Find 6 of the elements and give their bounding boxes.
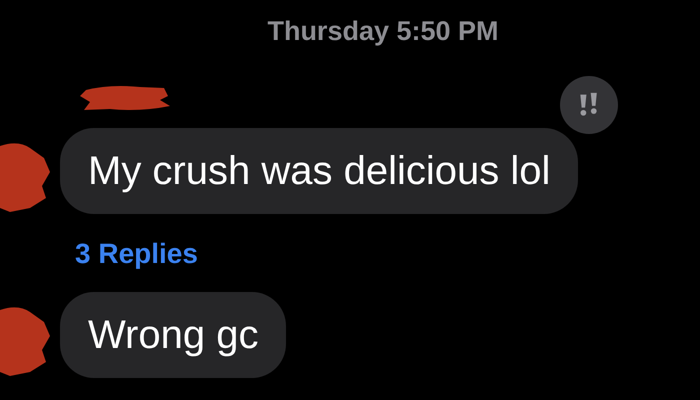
- timestamp: Thursday 5:50 PM: [267, 15, 499, 48]
- message-text: Wrong gc: [88, 312, 258, 358]
- redaction-scribble: [0, 142, 50, 212]
- message-text: My crush was delicious lol: [88, 148, 550, 194]
- redaction-scribble: [0, 306, 50, 376]
- replies-link[interactable]: 3 Replies: [75, 238, 198, 270]
